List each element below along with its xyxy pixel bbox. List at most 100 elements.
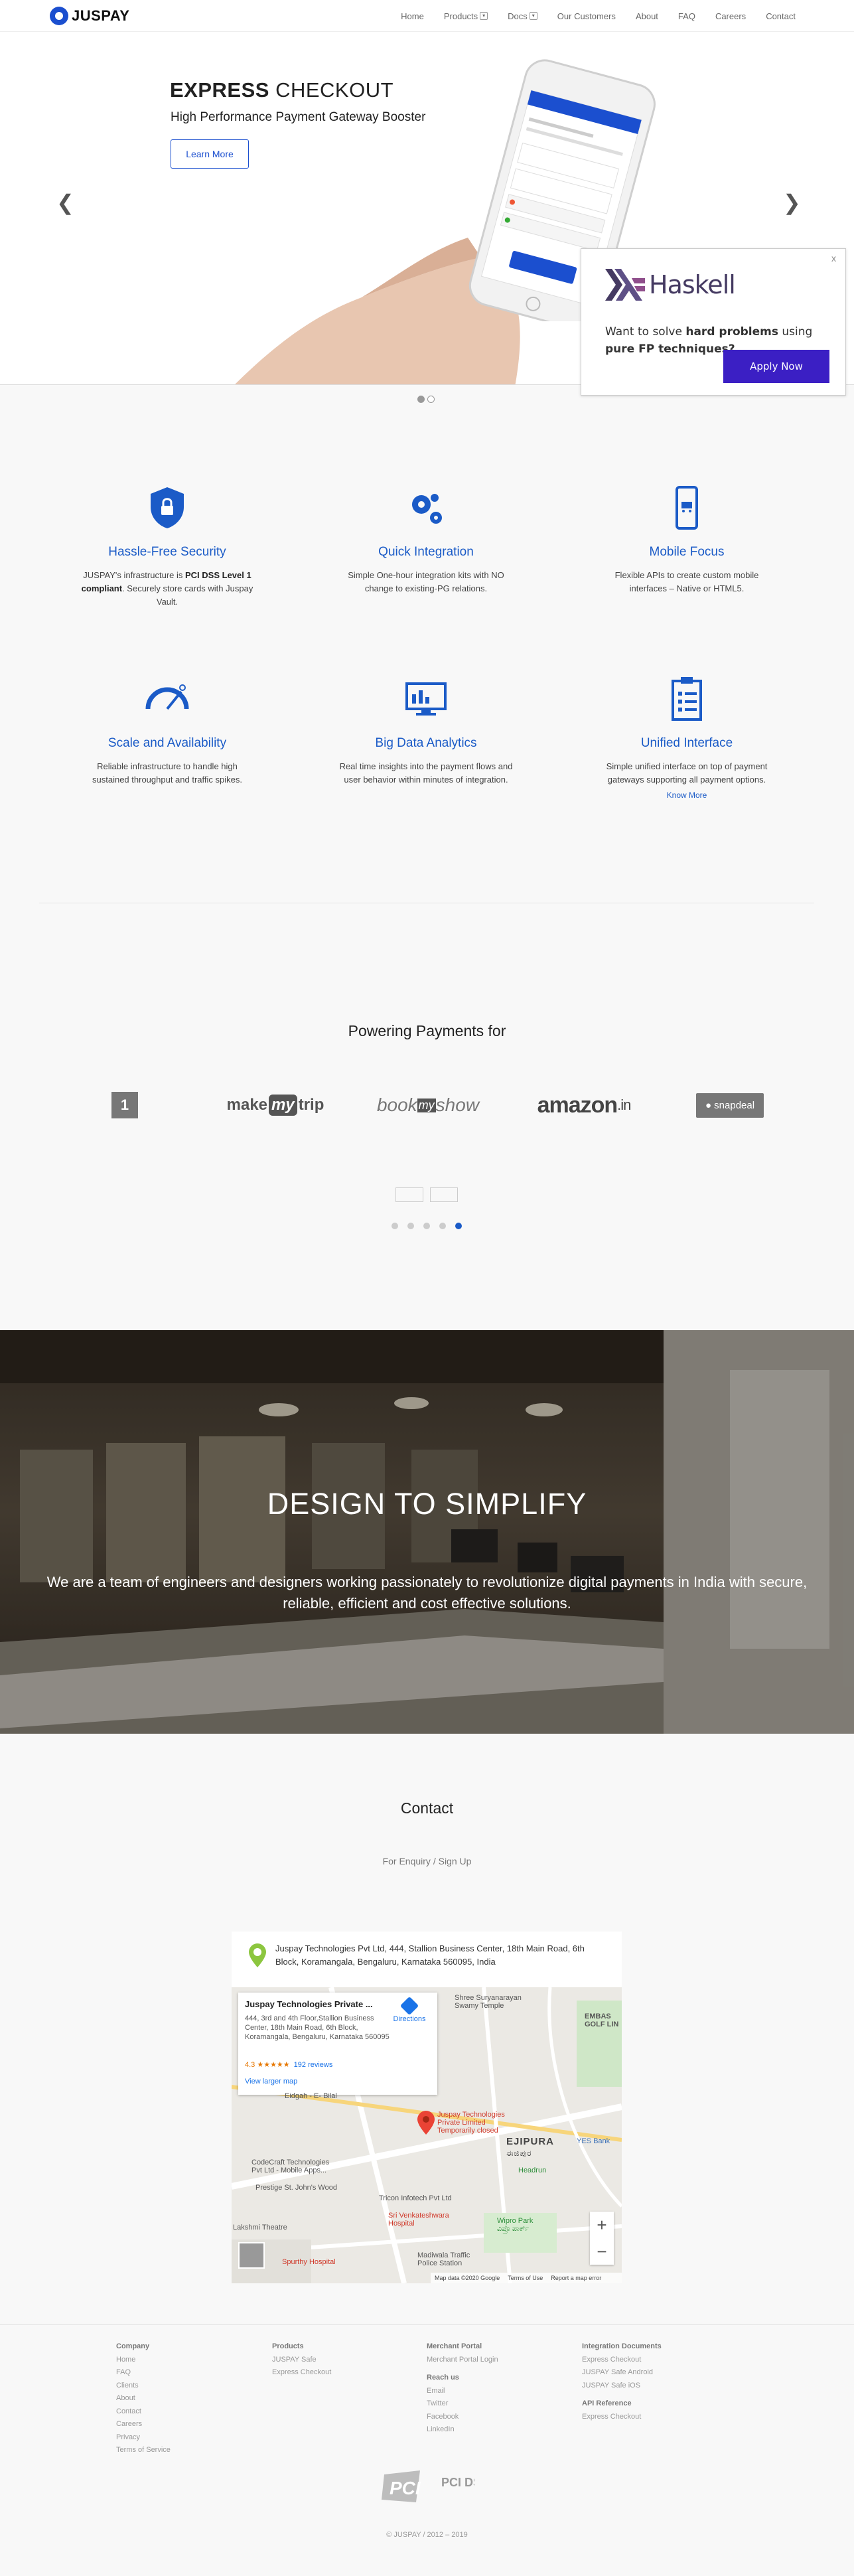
map-place-line: EMBAS <box>585 2012 611 2020</box>
feature-desc-text: Flexible APIs to create custom mobile in… <box>614 570 759 593</box>
carousel-dot[interactable] <box>455 1223 462 1229</box>
contact-title: Contact <box>400 1799 454 1817</box>
zoom-in-button[interactable]: + <box>590 2212 614 2238</box>
chevron-down-icon: ▾ <box>529 12 537 20</box>
ad-close-button[interactable]: x <box>831 253 836 264</box>
learn-more-button[interactable]: Learn More <box>171 139 249 169</box>
footer-link-terms-of-service[interactable]: Terms of Service <box>116 2444 171 2457</box>
chevron-down-icon: ▾ <box>480 12 488 20</box>
feature-description: Reliable infrastructure to handle high s… <box>68 760 267 787</box>
logo-text: .in <box>617 1097 631 1113</box>
carousel-dot[interactable] <box>417 396 425 403</box>
feature-description: JUSPAY's infrastructure is PCI DSS Level… <box>68 569 267 609</box>
footer-link-home[interactable]: Home <box>116 2354 171 2367</box>
hero-carousel-dots <box>417 396 435 403</box>
footer-link-juspay-safe-android[interactable]: JUSPAY Safe Android <box>582 2366 662 2380</box>
feature-card: Hassle-Free Security JUSPAY's infrastruct… <box>68 485 267 609</box>
logo-text: book <box>376 1095 417 1115</box>
footer-link-privacy[interactable]: Privacy <box>116 2431 171 2445</box>
powering-payments-title: Powering Payments for <box>348 1022 506 1039</box>
feature-desc-text: Real time insights into the payment flow… <box>339 761 513 785</box>
footer-heading: Company <box>116 2342 150 2350</box>
hero-subtitle: High Performance Payment Gateway Booster <box>171 110 426 124</box>
nav-item-about[interactable]: About <box>636 11 658 21</box>
nav-item-home[interactable]: Home <box>401 11 424 21</box>
enquiry-signup-link[interactable]: For Enquiry / Sign Up <box>0 1856 854 1866</box>
footer-link-express-checkout[interactable]: Express Checkout <box>582 2411 662 2424</box>
map-place-line: GOLF LIN <box>585 2020 619 2028</box>
footer-link-express-checkout[interactable]: Express Checkout <box>582 2354 662 2367</box>
feature-card: Big Data Analytics Real time insights int… <box>326 676 526 787</box>
directions-button[interactable]: Directions <box>388 1996 431 2023</box>
footer-link-faq[interactable]: FAQ <box>116 2366 171 2380</box>
reviews-link[interactable]: 192 reviews <box>294 2061 333 2069</box>
footer-link-clients[interactable]: Clients <box>116 2380 171 2393</box>
top-navbar: JUSPAY Home Products ▾ Docs ▾ Our Customers Ab… <box>0 0 854 32</box>
footer-heading: API Reference <box>582 2399 632 2407</box>
footer-company-column: Company Home FAQ Clients About Contact Careers… <box>116 2340 171 2457</box>
map-place-line: EJIPURA <box>506 2136 555 2147</box>
carousel-dot[interactable] <box>391 1223 398 1229</box>
nav-item-label: Contact <box>766 11 796 21</box>
hero-title-rest: CHECKOUT <box>269 78 394 102</box>
footer-link-juspay-safe[interactable]: JUSPAY Safe <box>272 2354 331 2367</box>
nav-item-docs[interactable]: Docs ▾ <box>508 11 537 21</box>
footer-link-juspay-safe-ios[interactable]: JUSPAY Safe iOS <box>582 2380 662 2393</box>
footer-heading: Products <box>272 2342 304 2350</box>
map-place-line: ವಿಪ್ರೊ ಪಾರ್ಕ್ <box>497 2225 530 2233</box>
footer-link-merchant-portal-login[interactable]: Merchant Portal Login <box>427 2354 498 2367</box>
satellite-view-toggle[interactable] <box>238 2242 265 2269</box>
map-terms-link[interactable]: Terms of Use <box>508 2275 543 2281</box>
haskell-wordmark: Haskell <box>649 270 736 299</box>
view-larger-map-link[interactable]: View larger map <box>245 2078 297 2085</box>
zoom-out-button[interactable]: − <box>590 2238 614 2265</box>
footer-link-contact[interactable]: Contact <box>116 2405 171 2419</box>
shield-lock-icon <box>151 487 184 528</box>
chevron-right-icon[interactable]: ❯ <box>783 190 801 215</box>
nav-item-products[interactable]: Products ▾ <box>444 11 488 21</box>
map-place-label: Wipro Park ವಿಪ್ರೊ ಪಾರ್ಕ್ <box>497 2217 533 2234</box>
apply-now-button[interactable]: Apply Now <box>723 350 829 383</box>
google-map[interactable]: Juspay Technologies Private ... 444, 3rd… <box>232 1987 622 2283</box>
carousel-dot[interactable] <box>439 1223 446 1229</box>
map-report-error-link[interactable]: Report a map error <box>551 2275 601 2281</box>
map-marker-icon[interactable] <box>417 2111 435 2135</box>
haskell-ad-banner[interactable]: x Haskell Want to solve hard problems us… <box>581 248 846 396</box>
feature-description: Flexible APIs to create custom mobile in… <box>587 569 786 595</box>
makemytrip-logo: make my trip <box>226 1089 325 1122</box>
map-place-line: Madiwala Traffic <box>417 2251 470 2259</box>
carousel-dot[interactable] <box>407 1223 414 1229</box>
carousel-dot[interactable] <box>427 396 435 403</box>
nav-menu: Home Products ▾ Docs ▾ Our Customers About FAQ C… <box>381 0 796 32</box>
nav-item-faq[interactable]: FAQ <box>678 11 695 21</box>
logo-text: my <box>417 1098 436 1112</box>
footer-link-twitter[interactable]: Twitter <box>427 2397 498 2411</box>
footer-link-email[interactable]: Email <box>427 2385 498 2398</box>
tiny-logo <box>395 1187 423 1202</box>
nav-item-contact[interactable]: Contact <box>766 11 796 21</box>
feature-desc-text: Simple unified interface on top of payme… <box>606 761 768 785</box>
marker-label-line: Private Limited <box>437 2119 486 2127</box>
footer-integration-column: Integration Documents Express Checkout JUS… <box>582 2340 662 2423</box>
footer-link-facebook[interactable]: Facebook <box>427 2411 498 2424</box>
feature-description: Real time insights into the payment flow… <box>326 760 526 787</box>
haskell-lambda-icon <box>605 269 645 301</box>
feature-card: Scale and Availability Reliable infrastru… <box>68 676 267 787</box>
juspay-logo[interactable]: JUSPAY <box>50 7 129 25</box>
place-rating: 4.3 ★★★★★ 192 reviews <box>245 2060 332 2069</box>
nav-item-our-customers[interactable]: Our Customers <box>557 11 616 21</box>
nav-item-careers[interactable]: Careers <box>715 11 746 21</box>
nav-item-label: Home <box>401 11 424 21</box>
footer-link-careers[interactable]: Careers <box>116 2418 171 2431</box>
footer-link-linkedin[interactable]: LinkedIn <box>427 2423 498 2437</box>
nav-item-label: Products <box>443 11 478 21</box>
footer-link-about[interactable]: About <box>116 2392 171 2405</box>
carousel-dot[interactable] <box>423 1223 430 1229</box>
know-more-link[interactable]: Know More <box>587 791 786 800</box>
feature-description: Simple unified interface on top of payme… <box>587 760 786 787</box>
footer-link-express-checkout[interactable]: Express Checkout <box>272 2366 331 2380</box>
map-zoom-controls: + − <box>590 2212 614 2265</box>
chevron-left-icon[interactable]: ❮ <box>56 190 74 215</box>
team-description: We are a team of engineers and designers… <box>46 1574 808 1612</box>
directions-label: Directions <box>393 2015 426 2023</box>
